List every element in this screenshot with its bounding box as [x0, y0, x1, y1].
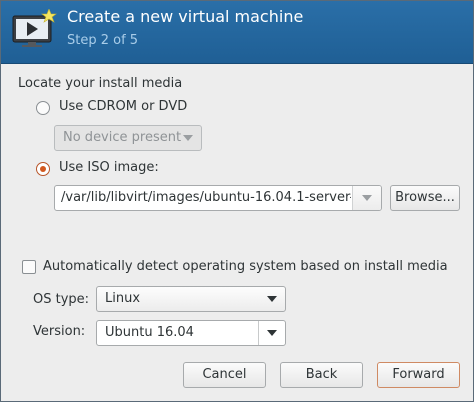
step-indicator: Step 2 of 5: [67, 33, 139, 48]
browse-button[interactable]: Browse...: [390, 185, 460, 211]
iso-history-dropdown-button[interactable]: [352, 186, 381, 210]
os-type-value: Linux: [105, 291, 141, 306]
version-value: Ubuntu 16.04: [105, 325, 194, 340]
cdrom-radio[interactable]: [36, 101, 50, 115]
install-media-heading: Locate your install media: [18, 76, 183, 91]
iso-radio-label[interactable]: Use ISO image:: [59, 160, 159, 175]
iso-path-combo[interactable]: /var/lib/libvirt/images/ubuntu-16.04.1-s…: [54, 185, 382, 211]
iso-radio[interactable]: [36, 162, 50, 176]
dialog-header: Create a new virtual machine Step 2 of 5: [1, 1, 473, 64]
dialog-body: Locate your install media Use CDROM or D…: [1, 64, 473, 401]
version-select[interactable]: Ubuntu 16.04: [96, 320, 286, 346]
os-type-select[interactable]: Linux: [96, 286, 286, 312]
forward-button[interactable]: Forward: [377, 362, 460, 388]
iso-path-input[interactable]: /var/lib/libvirt/images/ubuntu-16.04.1-s…: [61, 186, 351, 210]
chevron-down-icon: [183, 135, 193, 141]
back-button[interactable]: Back: [280, 362, 363, 388]
cdrom-radio-label[interactable]: Use CDROM or DVD: [59, 99, 187, 114]
cdrom-device-value: No device present: [63, 130, 182, 145]
dialog-window: Create a new virtual machine Step 2 of 5…: [0, 0, 474, 402]
auto-detect-checkbox[interactable]: [22, 260, 36, 274]
version-label: Version:: [33, 324, 86, 339]
os-type-label: OS type:: [33, 292, 90, 307]
monitor-new-icon: [12, 9, 57, 47]
cancel-button[interactable]: Cancel: [183, 362, 266, 388]
chevron-down-icon: [267, 296, 277, 302]
dialog-title: Create a new virtual machine: [67, 7, 304, 26]
chevron-down-icon: [362, 195, 372, 201]
cdrom-device-select: No device present: [54, 125, 202, 151]
auto-detect-label[interactable]: Automatically detect operating system ba…: [43, 259, 448, 274]
chevron-down-icon: [267, 330, 277, 336]
